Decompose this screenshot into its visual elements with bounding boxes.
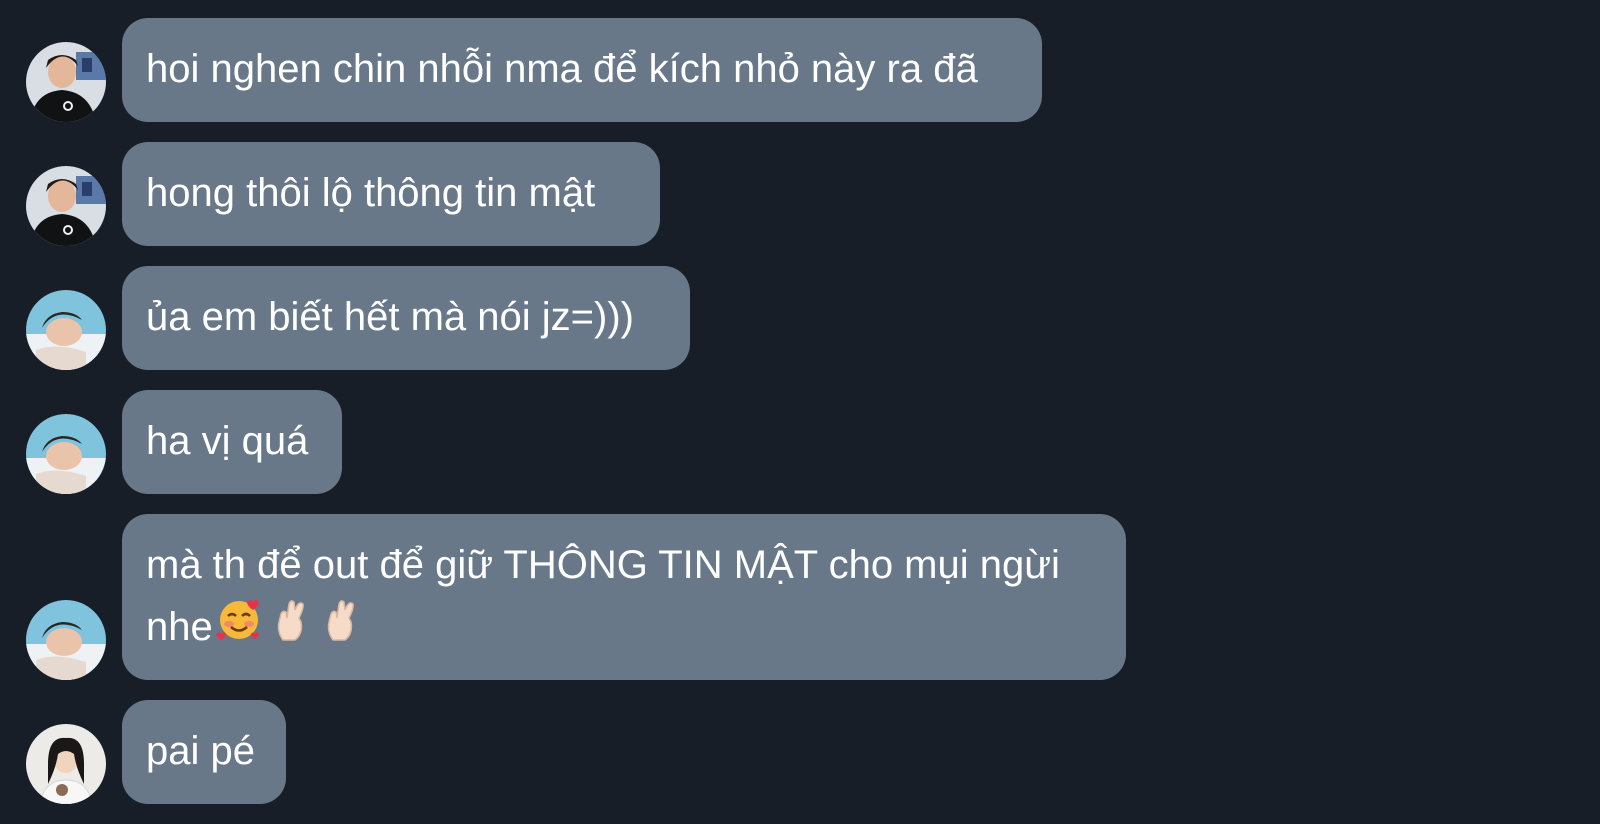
message-text: ủa em biết hết mà nói jz=)))	[146, 295, 634, 339]
avatar-user-a[interactable]	[26, 166, 106, 246]
crossed-fingers-icon	[269, 596, 313, 662]
message-bubble[interactable]: ủa em biết hết mà nói jz=)))	[122, 266, 690, 370]
message-bubble[interactable]: hong thôi lộ thông tin mật	[122, 142, 660, 246]
message-row: hoi nghen chin nhỗi nma để kích nhỏ này …	[0, 18, 1600, 122]
message-bubble[interactable]: ha vị quá	[122, 390, 342, 494]
avatar-user-b[interactable]	[26, 290, 106, 370]
message-text-line: mà th để out để giữ THÔNG TIN MẬT cho mụ…	[146, 543, 1060, 587]
message-text: hong thôi lộ thông tin mật	[146, 171, 596, 215]
message-bubble[interactable]: hoi nghen chin nhỗi nma để kích nhỏ này …	[122, 18, 1042, 122]
message-bubble[interactable]: pai pé	[122, 700, 286, 804]
message-text-line: nhe	[146, 596, 1102, 662]
avatar-user-a[interactable]	[26, 42, 106, 122]
message-row: mà th để out để giữ THÔNG TIN MẬT cho mụ…	[0, 514, 1600, 680]
message-text: hoi nghen chin nhỗi nma để kích nhỏ này …	[146, 47, 978, 91]
avatar-user-b[interactable]	[26, 414, 106, 494]
avatar-user-b[interactable]	[26, 600, 106, 680]
message-row: ha vị quá	[0, 390, 1600, 494]
smiling-face-with-hearts-icon	[215, 596, 263, 662]
chat-thread: hoi nghen chin nhỗi nma để kích nhỏ này …	[0, 0, 1600, 824]
message-row: hong thôi lộ thông tin mật	[0, 142, 1600, 246]
crossed-fingers-icon	[319, 596, 363, 662]
message-text: nhe	[146, 605, 213, 649]
message-row: pai pé	[0, 700, 1600, 804]
message-text: ha vị quá	[146, 419, 309, 463]
message-bubble[interactable]: mà th để out để giữ THÔNG TIN MẬT cho mụ…	[122, 514, 1126, 680]
message-text: pai pé	[146, 729, 255, 773]
avatar-user-c[interactable]	[26, 724, 106, 804]
message-row: ủa em biết hết mà nói jz=)))	[0, 266, 1600, 370]
